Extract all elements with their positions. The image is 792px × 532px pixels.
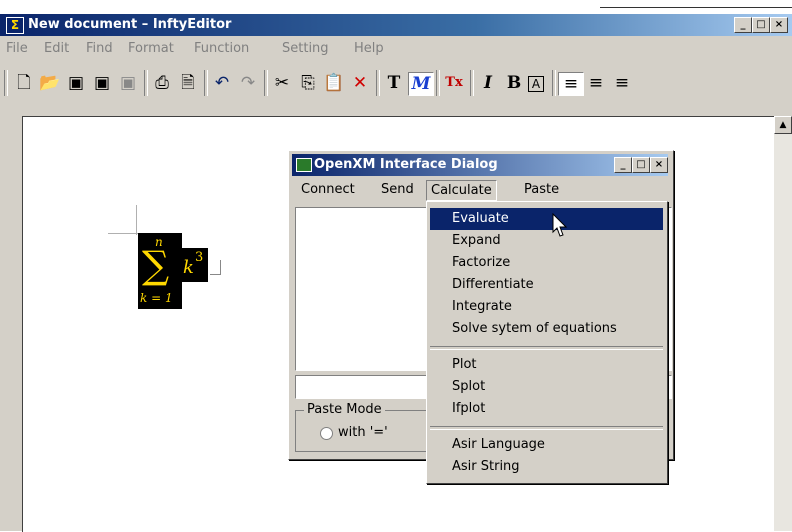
with-equals-label: with '=' [338,425,388,440]
mouse-pointer-icon [552,213,568,237]
bold-icon[interactable]: B [502,72,526,94]
print-preview-icon[interactable]: 🗎 [176,72,200,94]
toolbar-separator [552,70,556,96]
menu-separator [430,346,663,350]
dialog-title: OpenXM Interface Dialog [314,157,498,172]
paste-icon[interactable]: 📋 [322,72,346,94]
paste-mode-group: Paste Mode with '=' [295,402,427,452]
paste-mode-legend: Paste Mode [304,402,385,417]
dialog-maximize-button[interactable]: □ [632,157,650,173]
caret-guide [108,233,138,234]
open-folder-icon[interactable]: 📂 [38,72,62,94]
menu-item-factorize[interactable]: Factorize [430,252,663,274]
dialog-menu-paste[interactable]: Paste [524,182,559,197]
delete-icon[interactable]: ✕ [348,72,372,94]
print-icon[interactable]: ⎙ [150,72,174,94]
vertical-scrollbar[interactable]: ▲ [774,116,792,531]
calculate-menu: Evaluate Expand Factorize Differentiate … [426,201,668,484]
cut-icon[interactable]: ✂ [270,72,294,94]
menu-item-differentiate[interactable]: Differentiate [430,274,663,296]
summand[interactable]: k 3 [181,248,208,282]
align-center-icon[interactable]: ≡ [584,72,608,94]
menu-separator [430,426,663,430]
dialog-title-bar[interactable]: OpenXM Interface Dialog _ □ × [292,154,668,176]
scroll-up-icon[interactable]: ▲ [774,116,792,134]
save-all-icon[interactable]: ▣ [116,72,140,94]
close-button[interactable]: × [770,17,788,33]
menu-item-ifplot[interactable]: Ifplot [430,398,663,420]
toolbar-separator [264,70,268,96]
tex-icon[interactable]: Tx [442,72,466,94]
menu-function[interactable]: Function [194,41,249,56]
dialog-app-icon [296,158,312,172]
toolbar-separator [144,70,148,96]
sum-operator: ∑ [142,243,170,287]
menu-setting[interactable]: Setting [282,41,329,56]
redo-icon[interactable]: ↷ [236,72,260,94]
title-bar[interactable]: Σ New document – InftyEditor _ □ × [0,14,792,36]
desktop-strip [0,0,792,14]
app-icon: Σ [6,17,24,34]
dialog-close-button[interactable]: × [650,157,668,173]
menu-edit[interactable]: Edit [44,41,69,56]
menu-item-asir-string[interactable]: Asir String [430,456,663,478]
menu-item-integrate[interactable]: Integrate [430,296,663,318]
toolbar-grip [4,70,8,96]
return-mark-icon [210,260,221,275]
toolbar: 🗋 📂 ▣ ▣ ▣ ⎙ 🗎 ↶ ↷ ✂ ⎘ 📋 ✕ T M Tx I B A ≡… [0,64,792,102]
menu-item-expand[interactable]: Expand [430,230,663,252]
dialog-menu-bar: Connect Send Calculate Paste [292,179,668,201]
save-as-icon[interactable]: ▣ [90,72,114,94]
with-equals-radio[interactable] [320,427,333,440]
menu-item-solve-system[interactable]: Solve sytem of equations [430,318,663,340]
frame-icon[interactable]: A [528,76,544,92]
menu-bar: File Edit Find Format Function Setting H… [0,38,792,60]
maximize-button[interactable]: □ [752,17,770,33]
minimize-button[interactable]: _ [734,17,752,33]
menu-help[interactable]: Help [354,41,384,56]
undo-icon[interactable]: ↶ [210,72,234,94]
summand-exponent: 3 [195,250,204,265]
toolbar-separator [376,70,380,96]
sum-lower-limit: k = 1 [140,291,173,305]
text-mode-icon[interactable]: T [382,72,406,94]
italic-icon[interactable]: I [476,72,500,94]
summand-base: k [183,257,194,278]
align-right-icon[interactable]: ≡ [610,72,634,94]
summation-formula[interactable]: n ∑ k = 1 [138,233,182,309]
window-title: New document – InftyEditor [28,17,232,32]
save-icon[interactable]: ▣ [64,72,88,94]
copy-icon[interactable]: ⎘ [296,72,320,94]
menu-item-evaluate[interactable]: Evaluate [430,208,663,230]
dialog-minimize-button[interactable]: _ [614,157,632,173]
menu-find[interactable]: Find [86,41,113,56]
align-left-icon[interactable]: ≡ [558,72,584,96]
math-mode-icon[interactable]: M [408,72,434,96]
toolbar-separator [204,70,208,96]
menu-format[interactable]: Format [128,41,174,56]
dialog-menu-calculate[interactable]: Calculate [426,180,497,201]
menu-item-splot[interactable]: Splot [430,376,663,398]
menu-file[interactable]: File [6,41,28,56]
caret-guide [136,205,137,235]
toolbar-separator [436,70,440,96]
dialog-menu-send[interactable]: Send [381,182,414,197]
new-document-icon[interactable]: 🗋 [12,72,36,94]
toolbar-separator [470,70,474,96]
dialog-menu-connect[interactable]: Connect [301,182,355,197]
menu-item-asir-language[interactable]: Asir Language [430,434,663,456]
menu-item-plot[interactable]: Plot [430,354,663,376]
